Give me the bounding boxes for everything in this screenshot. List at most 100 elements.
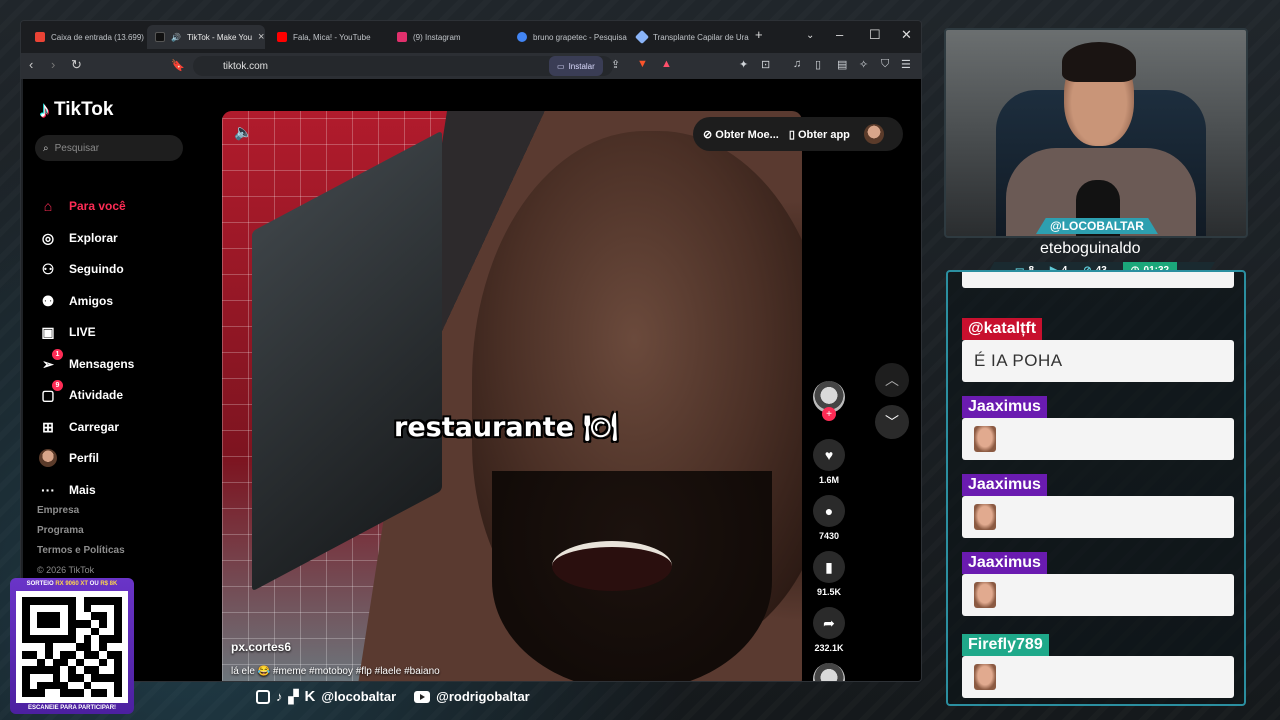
chat-message: Jaaximus (962, 552, 1234, 616)
follow-plus-icon[interactable]: + (822, 407, 836, 421)
qr-module (106, 666, 115, 674)
kick-icon: K (304, 688, 316, 705)
footer-link-termos[interactable]: Termos e Políticas (37, 545, 125, 565)
nav-mais[interactable]: ··· Mais (39, 481, 96, 499)
chat-message-body (962, 272, 1234, 288)
tab-google[interactable]: bruno grapetec - Pesquisa (509, 25, 629, 49)
nav-perfil[interactable]: Perfil (39, 449, 99, 467)
giveaway-cta: ESCANEIE PARA PARTICIPAR! (27, 705, 117, 711)
monitor-icon: ▭ (557, 61, 565, 71)
qr-module (75, 681, 84, 690)
qr-module (37, 681, 46, 690)
video-player[interactable]: 🔈 restaurante 🍽 px.cortes6 lá ele 😂 #mem… (222, 111, 802, 681)
search-input[interactable]: ⌕ Pesquisar (35, 135, 183, 161)
maximize-icon[interactable]: ☐ (869, 27, 881, 43)
video-username[interactable]: px.cortes6 (231, 640, 291, 654)
qr-module (91, 604, 99, 613)
qr-module (22, 681, 30, 690)
qr-module (45, 635, 53, 644)
nav-explorar[interactable]: ◎ Explorar (39, 229, 118, 247)
footer-link-programa[interactable]: Programa (37, 525, 125, 545)
comment-button[interactable]: ● 7430 (809, 495, 849, 541)
qr-module (37, 627, 46, 636)
qr-module (37, 666, 46, 674)
nav-amigos[interactable]: ⚉ Amigos (39, 292, 113, 310)
next-video-button[interactable]: ﹀ (875, 405, 909, 439)
nav-mensagens[interactable]: ➢ 1 Mensagens (39, 349, 134, 373)
tab-tiktok[interactable]: 🔊 TikTok - Make You × (147, 25, 265, 49)
chat-message-body: É IA POHA (962, 340, 1234, 382)
screenshot-icon[interactable]: ⊡ (761, 58, 770, 71)
qr-module (52, 643, 61, 651)
share-button[interactable]: ➦ 232.1K (809, 607, 849, 653)
minimize-icon[interactable]: – (836, 27, 843, 42)
get-app-button[interactable]: ▯ Obter app (789, 128, 850, 141)
qr-module (114, 643, 122, 651)
forward-icon[interactable]: › (51, 57, 55, 72)
footer-link-empresa[interactable]: Empresa (37, 505, 125, 525)
qr-module (98, 612, 107, 621)
bookmark-icon[interactable]: 🔖 (171, 59, 185, 72)
vpn-icon[interactable]: ⛉ (881, 58, 889, 71)
logo-text: TikTok (54, 99, 114, 120)
rewards-icon[interactable]: ▲ (661, 58, 672, 70)
qr-module (106, 689, 115, 697)
tab-gmail[interactable]: Caixa de entrada (13.699) (27, 25, 147, 49)
qr-module (22, 627, 30, 636)
nav-atividade[interactable]: ▢ 9 Atividade (39, 380, 123, 404)
tab-instagram[interactable]: (9) Instagram (389, 25, 509, 49)
media-icon[interactable]: ♫ (793, 58, 801, 70)
chat-username: Jaaximus (962, 396, 1047, 418)
qr-module (75, 673, 84, 682)
back-icon[interactable]: ‹ (29, 57, 33, 72)
leo-icon[interactable]: ✧ (859, 58, 868, 71)
chat-message-partial (962, 272, 1234, 288)
nav-carregar[interactable]: ⊞ Carregar (39, 418, 119, 436)
qr-module (68, 643, 76, 651)
new-tab-icon[interactable]: + (755, 27, 763, 42)
close-window-icon[interactable]: ✕ (901, 27, 912, 43)
messages-icon: ➢ 1 (39, 349, 63, 373)
nav-seguindo[interactable]: ⚇ Seguindo (39, 260, 124, 278)
instagram-icon (397, 32, 407, 42)
qr-module (45, 620, 53, 628)
nav-live[interactable]: ▣ LIVE (39, 323, 95, 341)
qr-module (106, 673, 115, 682)
tab-gemini[interactable]: Transplante Capilar de Ura (629, 25, 749, 49)
tab-label: bruno grapetec - Pesquisa (533, 32, 627, 42)
save-button[interactable]: ▮ 91.5K (809, 551, 849, 597)
qr-module (68, 627, 76, 636)
nav-para-voce[interactable]: ⌂ Para você (39, 197, 126, 215)
previous-video-button[interactable]: ︿ (875, 363, 909, 397)
chat-message: Jaaximus (962, 474, 1234, 538)
volume-icon[interactable]: 🔈 (234, 123, 253, 141)
qr-module (114, 666, 122, 674)
qr-module (68, 650, 76, 659)
qr-code[interactable] (16, 591, 128, 703)
wallet-icon[interactable]: ▤ (837, 58, 847, 71)
install-button[interactable]: ▭ Instalar (549, 56, 603, 76)
extensions-icon[interactable]: ✦ (739, 58, 748, 71)
qr-module (68, 658, 76, 667)
qr-module (83, 666, 92, 674)
like-button[interactable]: ♥ 1.6M (809, 439, 849, 485)
reload-icon[interactable]: ↻ (71, 57, 82, 73)
qr-module (75, 650, 84, 659)
sidebar-icon[interactable]: ▯ (815, 58, 821, 71)
get-coins-button[interactable]: ⊘ Obter Moe... (703, 128, 779, 141)
qr-module (29, 681, 38, 690)
tab-list-chevron-icon[interactable]: ⌄ (806, 30, 814, 41)
share-icon[interactable]: ⇪ (611, 58, 620, 71)
qr-module (45, 643, 53, 651)
close-tab-icon[interactable]: × (258, 31, 264, 43)
menu-icon[interactable]: ☰ (901, 58, 911, 71)
brave-shield-icon[interactable]: ▼ (637, 58, 648, 70)
qr-module (91, 635, 99, 644)
qr-module (106, 627, 115, 636)
qr-module (45, 597, 53, 605)
user-avatar[interactable] (863, 124, 884, 144)
sound-disc-avatar[interactable] (813, 663, 845, 681)
creator-avatar[interactable]: + (813, 381, 845, 421)
tab-youtube[interactable]: Fala, Mica! - YouTube (269, 25, 389, 49)
tiktok-logo[interactable]: ♪ TikTok (39, 97, 113, 123)
